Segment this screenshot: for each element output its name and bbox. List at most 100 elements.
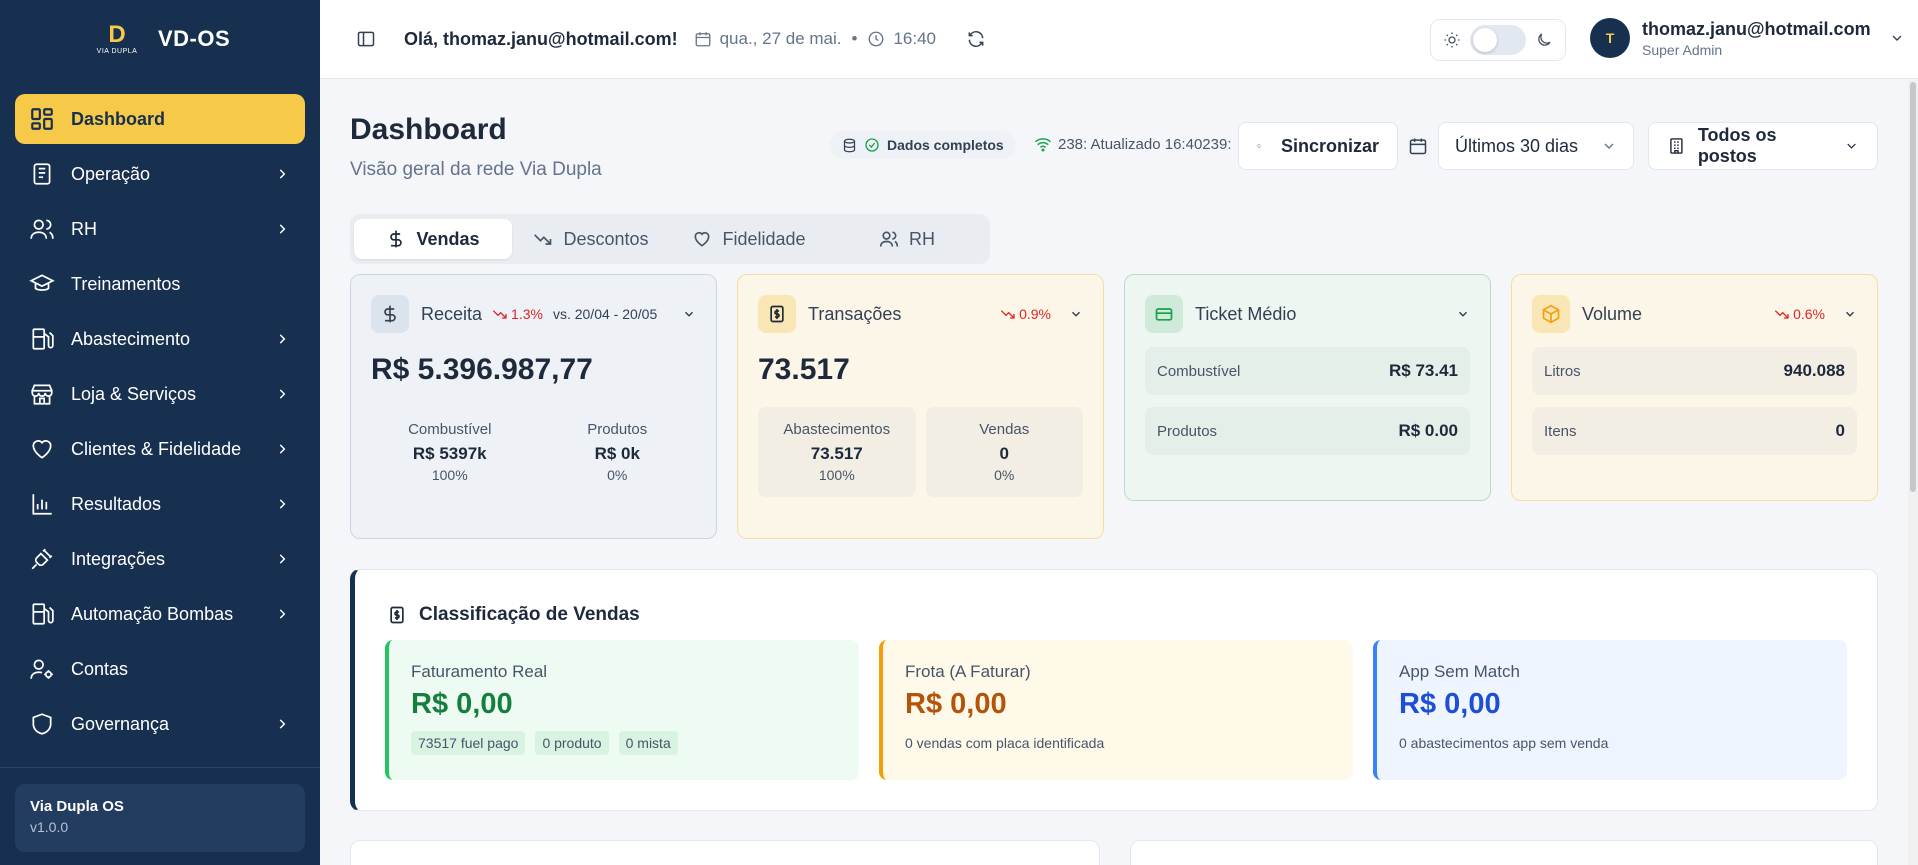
sidebar-item-rh[interactable]: RH <box>15 204 305 254</box>
bottom-card-right <box>1130 840 1878 865</box>
kpi-row: Litros 940.088 <box>1532 347 1857 395</box>
chevron-down-icon <box>1847 143 1856 149</box>
chevron-right-icon <box>279 224 286 234</box>
kpi-row: Combustível R$ 73.41 <box>1145 347 1470 395</box>
kpi-row-value: R$ 73.41 <box>1389 361 1458 380</box>
chevron-right-icon <box>279 444 286 454</box>
kpi-card-volume[interactable]: Volume 0.6% Litros 940.088 Itens 0 <box>1511 274 1878 501</box>
sync-button-label: Sincronizar <box>1280 135 1379 156</box>
stations-select[interactable]: Todos os postos <box>1648 122 1878 170</box>
tab-fidelidade[interactable]: Fidelidade <box>670 219 828 259</box>
kpi-card-ticket-medio[interactable]: Ticket Médio Combustível R$ 73.41 Produt… <box>1124 274 1491 501</box>
breakdown-value: 73.517 <box>810 444 863 463</box>
tab-vendas[interactable]: Vendas <box>354 219 512 259</box>
sidebar-item-contas[interactable]: Contas <box>15 644 305 694</box>
kpi-header: Receita 1.3% vs. 20/04 - 20/05 <box>371 295 696 333</box>
kpi-row-label: Litros <box>1544 362 1581 380</box>
classification-value: R$ 0,00 <box>411 688 513 720</box>
kpi-row-value: 940.088 <box>1783 361 1845 380</box>
data-status-badge: Dados completos <box>830 131 1016 159</box>
sidebar-item-resultados[interactable]: Resultados <box>15 479 305 529</box>
sidebar-item-label: Integrações <box>71 548 166 569</box>
sidebar-item-label: RH <box>71 218 97 239</box>
chip: 73517 fuel pago <box>411 731 526 755</box>
kpi-breakdown: Abastecimentos 73.517 100% Vendas 0 0% <box>758 407 1083 497</box>
classification-card-faturamento-real[interactable]: Faturamento Real R$ 0,00 73517 fuel pago… <box>385 640 859 780</box>
sidebar-item-loja-servicos[interactable]: Loja & Serviços <box>15 369 305 419</box>
classification-note: 0 vendas com placa identificada <box>905 735 1105 751</box>
user-info: thomaz.janu@hotmail.com Super Admin <box>1642 19 1871 58</box>
kpi-title: Receita <box>421 303 483 324</box>
kpi-value: R$ 5.396.987,77 <box>371 353 593 386</box>
classification-card-app-sem-match[interactable]: App Sem Match R$ 0,00 0 abastecimentos a… <box>1373 640 1847 780</box>
chevron-down-icon[interactable] <box>682 307 696 321</box>
brand-name: VD-OS <box>158 26 231 51</box>
classification-note: 0 abastecimentos app sem venda <box>1399 735 1609 751</box>
sync-button[interactable]: Sincronizar <box>1238 122 1398 170</box>
period-select[interactable]: Últimos 30 dias <box>1438 122 1634 170</box>
sidebar-item-automacao-bombas[interactable]: Automação Bombas <box>15 589 305 639</box>
kpi-delta-value: 0.6% <box>1793 306 1825 322</box>
brand[interactable]: D VIA DUPLA VD-OS <box>0 0 320 78</box>
chevron-down-icon[interactable] <box>1843 307 1857 321</box>
switch-knob <box>1473 28 1497 52</box>
chevron-down-icon[interactable] <box>1069 307 1083 321</box>
logo-sub: VIA DUPLA <box>96 47 138 55</box>
clock-icon <box>869 31 884 47</box>
refresh-icon[interactable] <box>966 29 986 49</box>
via-dupla-logo: D VIA DUPLA <box>96 18 138 60</box>
data-status-text: Dados completos <box>887 137 1004 153</box>
avatar: T <box>1590 18 1630 58</box>
clipboard-icon <box>33 163 51 185</box>
kpi-header: Transações 0.9% <box>758 295 1083 333</box>
bottom-card-left <box>350 840 1100 865</box>
sidebar-item-clientes-fidelidade[interactable]: Clientes & Fidelidade <box>15 424 305 474</box>
trending-down-icon <box>534 234 552 245</box>
kpi-title: Transações <box>808 303 902 324</box>
user-menu[interactable]: T thomaz.janu@hotmail.com Super Admin <box>1590 18 1905 58</box>
sidebar-nav: Dashboard Operação RH Treinamentos Abast… <box>0 78 320 749</box>
logo-mark: D <box>108 20 126 48</box>
fuel-pump-icon <box>32 603 54 625</box>
kpi-header: Volume 0.6% <box>1532 295 1857 333</box>
kpi-compare-range: vs. 20/04 - 20/05 <box>552 306 658 322</box>
heart-icon <box>694 231 710 247</box>
credit-card-icon <box>1145 295 1183 333</box>
kpi-title: Volume <box>1582 303 1643 324</box>
chevron-down-icon[interactable] <box>1456 307 1470 321</box>
dashboard-grid-icon <box>31 108 53 130</box>
calendar-icon <box>695 32 711 47</box>
sidebar-item-abastecimento[interactable]: Abastecimento <box>15 314 305 364</box>
chevron-right-icon <box>279 499 286 509</box>
tab-descontos[interactable]: Descontos <box>512 219 670 259</box>
sidebar-item-treinamentos[interactable]: Treinamentos <box>15 259 305 309</box>
sidebar-item-operacao[interactable]: Operação <box>15 149 305 199</box>
kpi-header: Ticket Médio <box>1145 295 1470 333</box>
breakdown-value: 0 <box>999 444 1009 463</box>
scrollbar-thumb[interactable] <box>1910 82 1916 492</box>
kpi-card-transacoes[interactable]: Transações 0.9% 73.517 Abastecimentos 73… <box>737 274 1104 539</box>
topbar: Olá, thomaz.janu@hotmail.com! qua., 27 d… <box>320 0 1918 79</box>
trending-down-icon <box>1000 310 1015 319</box>
page-title: Dashboard <box>350 113 507 146</box>
panel-title-text: Classificação de Vendas <box>419 604 640 625</box>
building-icon <box>1670 138 1683 154</box>
kpi-card-receita[interactable]: Receita 1.3% vs. 20/04 - 20/05 R$ 5.396.… <box>350 274 717 539</box>
database-icon <box>843 138 856 152</box>
sidebar-item-governanca[interactable]: Governança <box>15 699 305 749</box>
theme-toggle[interactable] <box>1430 19 1566 61</box>
sidebar-item-dashboard[interactable]: Dashboard <box>15 94 305 144</box>
classification-label: Frota (A Faturar) <box>905 662 1031 681</box>
sidebar-item-label: Operação <box>71 163 151 184</box>
classification-card-frota[interactable]: Frota (A Faturar) R$ 0,00 0 vendas com p… <box>879 640 1353 780</box>
theme-switch[interactable] <box>1470 25 1526 55</box>
sidebar-item-integracoes[interactable]: Integrações <box>15 534 305 584</box>
last-updated-text: 238: Atualizado 16:40239: <box>1058 135 1232 153</box>
sidebar-item-label: Automação Bombas <box>71 603 234 624</box>
kpi-row-value: 0 <box>1835 421 1845 440</box>
tab-rh[interactable]: RH <box>828 219 986 259</box>
tab-label: Descontos <box>563 228 649 249</box>
sidebar-toggle-icon[interactable] <box>356 29 376 49</box>
kpi-value: 73.517 <box>758 353 850 386</box>
chevron-right-icon <box>279 334 286 344</box>
